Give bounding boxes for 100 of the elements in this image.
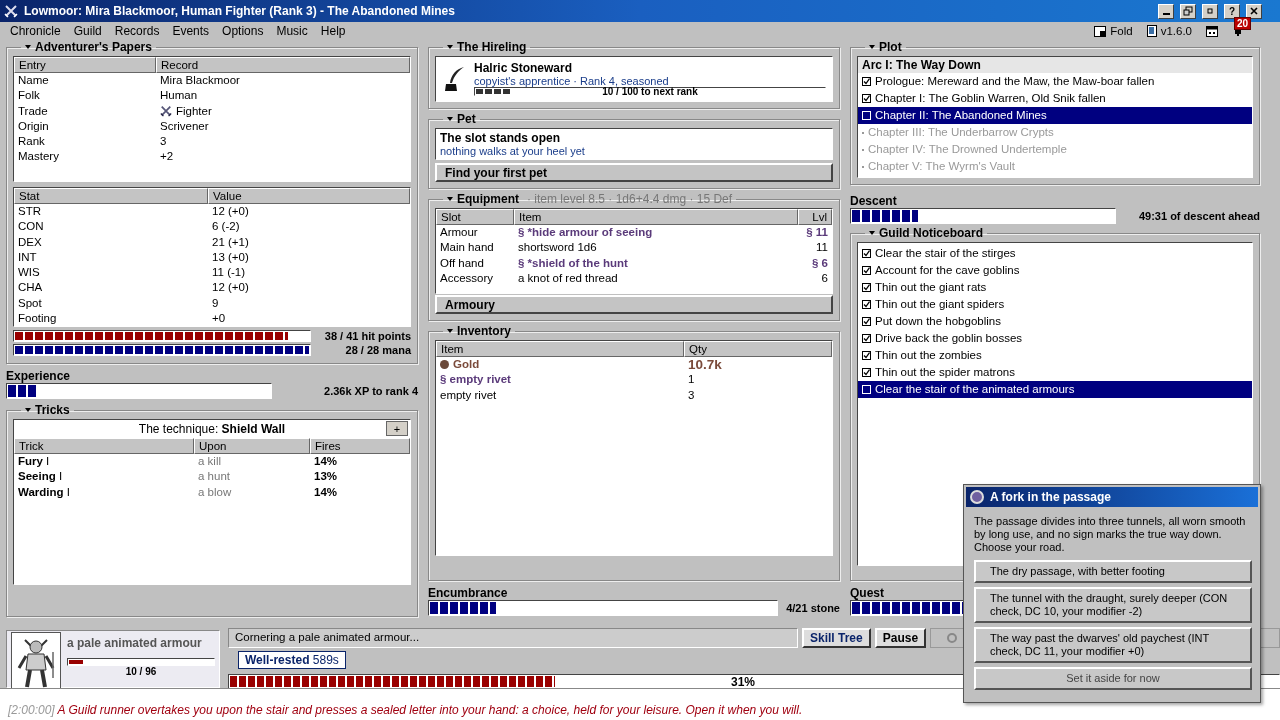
status-button[interactable]: Skill Tree (802, 628, 871, 648)
table-cell-text: STR (17, 204, 42, 219)
descent-reading: 49:31 of descent ahead (1138, 210, 1260, 222)
column-header[interactable]: Item (514, 209, 798, 225)
table-cell-text: shortsword 1d6 (517, 240, 598, 256)
table-cell-text: Origin (17, 118, 50, 134)
table-cell: Gold (453, 358, 480, 372)
coin-icon (440, 360, 449, 370)
column-header[interactable]: Trick (14, 438, 194, 454)
checkbox[interactable] (862, 94, 871, 103)
armoury-button[interactable]: Armoury (435, 295, 833, 314)
menu-item[interactable]: Music (276, 24, 308, 38)
fold-button[interactable]: Fold (1094, 25, 1133, 37)
chapter-item[interactable]: Prologue: Mereward and the Maw, the Maw-boar fallen (858, 73, 1252, 90)
chapter-item[interactable]: Chapter I: The Goblin Warren, Old Snik fallen (858, 90, 1252, 107)
menu-item[interactable]: Records (114, 24, 160, 38)
calendar-icon[interactable] (1206, 25, 1218, 37)
menu-item[interactable]: Help (320, 24, 346, 38)
checkbox[interactable] (862, 77, 871, 86)
table-cell-text: a knot of red thread (517, 270, 619, 286)
menu-item[interactable]: Events (172, 24, 210, 38)
column-header[interactable]: Lvl (798, 209, 832, 225)
collapse-icon[interactable] (447, 45, 453, 49)
table-cell-text: Main hand (439, 240, 495, 256)
monster-name: a pale animated armour (67, 636, 203, 650)
table-cell-text: 12 (+0) (211, 280, 250, 296)
collapse-icon[interactable] (447, 117, 453, 121)
table-cell-text: § empty rivet (439, 372, 512, 388)
crossed-swords-icon (160, 105, 172, 118)
column-header[interactable]: Stat (14, 188, 208, 204)
panel-title: Equipment (457, 192, 519, 206)
status-button[interactable]: Pause (874, 628, 927, 648)
dialog-text: The passage divides into three tunnels, all worn smooth by long use, and no sign marks the true way down. Choose your road. (974, 515, 1247, 554)
table-cell-text: Trade (17, 103, 49, 119)
column-header[interactable]: Fires (310, 438, 410, 454)
column-header[interactable]: Upon (194, 438, 310, 454)
panel-title: Tricks (35, 403, 70, 417)
collapse-icon[interactable] (869, 231, 875, 235)
table-cell-text: Mira Blackmoor (159, 73, 241, 88)
checkbox[interactable] (862, 266, 871, 275)
checkbox[interactable] (862, 317, 871, 326)
collapse-icon[interactable] (447, 197, 453, 201)
quest-item[interactable]: Thin out the spider matrons (858, 364, 1252, 381)
hireling-description: copyist's apprentice · Rank 4, seasoned (474, 74, 670, 87)
table-cell-text: § *shield of the hunt (517, 255, 629, 271)
choice-button[interactable]: The dry passage, with better footing (974, 560, 1252, 583)
column-header[interactable]: Item (436, 341, 684, 357)
collapse-icon[interactable] (25, 45, 31, 49)
table-cell-text: 13 (+0) (211, 249, 250, 265)
checkbox[interactable] (862, 283, 871, 292)
collapse-icon[interactable] (25, 408, 31, 412)
version-label[interactable]: v1.6.0 (1146, 25, 1192, 37)
notification-count: 20 (1234, 17, 1252, 30)
add-button[interactable]: + (386, 421, 408, 436)
checkbox[interactable] (862, 368, 871, 377)
checkbox[interactable] (862, 249, 871, 258)
menu-item[interactable]: Guild (73, 24, 102, 38)
table-cell-text: Mastery (17, 149, 60, 165)
menu-item[interactable]: Options (222, 24, 264, 38)
table-cell-text: Off hand (439, 255, 485, 271)
column-header[interactable]: Qty (684, 341, 832, 357)
quest-item[interactable]: Thin out the zombies (858, 347, 1252, 364)
quest-item[interactable]: Clear the stair of the animated armours (858, 381, 1252, 398)
maximize-button[interactable] (1202, 3, 1218, 19)
collapse-icon[interactable] (869, 45, 875, 49)
table-cell-text: DEX (17, 234, 43, 250)
table-cell-text: 6 (-2) (211, 219, 241, 235)
checkbox[interactable] (862, 334, 871, 343)
collapse-icon[interactable] (447, 329, 453, 333)
column-header[interactable]: Slot (436, 209, 514, 225)
help-button[interactable]: ? (1224, 3, 1240, 19)
column-header[interactable]: Record (156, 57, 410, 73)
quest-item[interactable]: Thin out the giant spiders (858, 296, 1252, 313)
column-header[interactable]: Value (208, 188, 410, 204)
table-cell-text: 11 (815, 240, 829, 256)
restore-icon (1183, 6, 1193, 16)
restore-button[interactable] (1180, 3, 1196, 19)
column-header[interactable]: Entry (14, 57, 156, 73)
choice-button[interactable]: The way past the dwarves' old paychest (INT check, DC 11, your modifier +0) (974, 627, 1252, 663)
minimize-button[interactable] (1158, 3, 1174, 19)
panel-title: Adventurer's Papers (35, 40, 152, 54)
menu-item[interactable]: Chronicle (10, 24, 61, 38)
choice-button[interactable]: Set it aside for now (974, 667, 1252, 690)
action-progress-reading: 31% (730, 675, 756, 689)
quest-item[interactable]: Clear the stair of the stirges (858, 245, 1252, 262)
choice-button[interactable]: The tunnel with the draught, surely deeper (CON check, DC 10, your modifier -2) (974, 587, 1252, 623)
quest-item[interactable]: Thin out the giant rats (858, 279, 1252, 296)
chapter-item[interactable]: Chapter II: The Abandoned Mines (858, 107, 1252, 124)
checkbox[interactable] (862, 300, 871, 309)
checkbox[interactable] (862, 351, 871, 360)
table-cell-text: Folk (17, 88, 41, 104)
quest-item[interactable]: Drive back the goblin bosses (858, 330, 1252, 347)
table-cell-text: a kill (197, 454, 222, 469)
hit-points-reading: 38 / 41 hit points (324, 330, 411, 342)
table-cell-text: § *hide armour of seeing (517, 225, 654, 240)
close-button[interactable] (1246, 3, 1262, 19)
quest-item[interactable]: Put down the hobgoblins (858, 313, 1252, 330)
quest-item[interactable]: Account for the cave goblins (858, 262, 1252, 279)
find-pet-button[interactable]: Find your first pet (435, 163, 833, 182)
dialog-icon (970, 490, 984, 504)
